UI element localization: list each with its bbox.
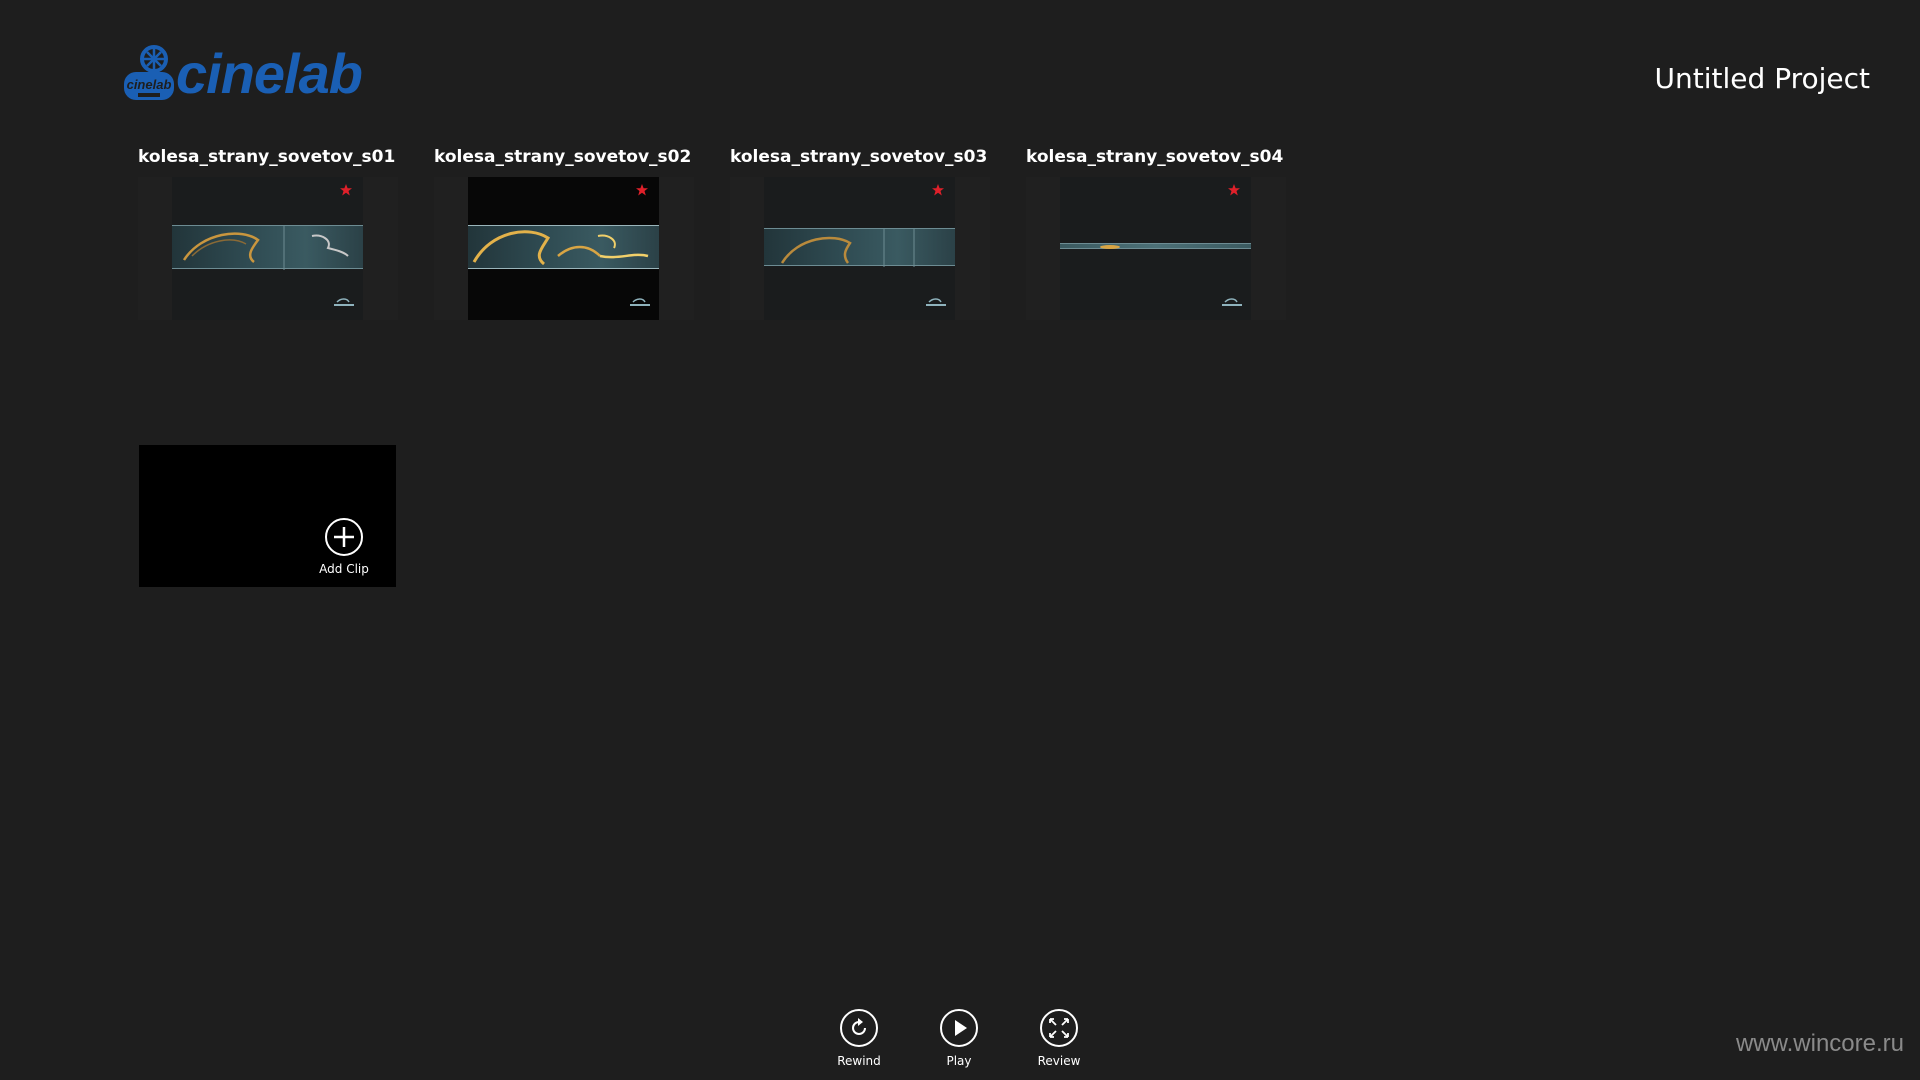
clip-thumbnail bbox=[1060, 177, 1251, 320]
add-clip-label: Add Clip bbox=[319, 562, 369, 576]
clip-item[interactable]: kolesa_strany_sovetov_s03 bbox=[730, 147, 990, 320]
add-clip-button[interactable]: Add Clip bbox=[139, 445, 396, 587]
plus-circle-icon bbox=[325, 518, 363, 556]
channel-logo-icon bbox=[630, 298, 650, 306]
clip-thumbnail-frame[interactable] bbox=[138, 177, 398, 320]
app-root: cinelab cinelab Untitled Project kolesa_… bbox=[0, 0, 1920, 1080]
channel-logo-icon bbox=[1222, 298, 1242, 306]
rewind-button[interactable]: Rewind bbox=[819, 1008, 899, 1068]
review-button[interactable]: Review bbox=[1019, 1008, 1099, 1068]
clip-thumbnail-band bbox=[468, 225, 659, 269]
channel-logo-icon bbox=[334, 298, 354, 306]
clip-thumbnail bbox=[764, 177, 955, 320]
clip-thumbnail-band bbox=[1060, 243, 1251, 249]
star-icon bbox=[340, 184, 352, 196]
clip-thumbnail bbox=[468, 177, 659, 320]
star-icon bbox=[1228, 184, 1240, 196]
clip-item[interactable]: kolesa_strany_sovetov_s04 bbox=[1026, 147, 1286, 320]
project-title[interactable]: Untitled Project bbox=[1655, 62, 1870, 95]
clip-thumbnail-band bbox=[764, 228, 955, 267]
logo-wordmark: cinelab bbox=[176, 42, 363, 105]
channel-logo-icon bbox=[926, 298, 946, 306]
clip-item[interactable]: kolesa_strany_sovetov_s02 bbox=[434, 147, 694, 320]
clip-title: kolesa_strany_sovetov_s03 bbox=[730, 147, 988, 167]
play-label: Play bbox=[946, 1054, 972, 1068]
clip-title: kolesa_strany_sovetov_s02 bbox=[434, 147, 692, 167]
play-icon bbox=[940, 1009, 978, 1047]
play-button[interactable]: Play bbox=[919, 1008, 999, 1068]
fullscreen-icon bbox=[1040, 1009, 1078, 1047]
clip-thumbnail bbox=[172, 177, 363, 320]
star-icon bbox=[932, 184, 944, 196]
horse-graphic bbox=[472, 230, 649, 266]
clip-title: kolesa_strany_sovetov_s04 bbox=[1026, 147, 1284, 167]
horse-graphic bbox=[182, 226, 349, 270]
rewind-label: Rewind bbox=[837, 1054, 881, 1068]
clip-thumbnail-frame[interactable] bbox=[1026, 177, 1286, 320]
logo-badge-text: cinelab bbox=[127, 77, 172, 92]
horse-graphic bbox=[1100, 245, 1120, 249]
horse-graphic bbox=[780, 229, 915, 267]
site-watermark: www.wincore.ru bbox=[1735, 1030, 1904, 1057]
film-reel-icon: cinelab bbox=[124, 45, 174, 100]
clip-thumbnail-frame[interactable] bbox=[730, 177, 990, 320]
clip-thumbnail-frame[interactable] bbox=[434, 177, 694, 320]
star-icon bbox=[636, 184, 648, 196]
clip-item[interactable]: kolesa_strany_sovetov_s01 bbox=[138, 147, 398, 320]
cinelab-logo: cinelab cinelab bbox=[122, 42, 363, 106]
rewind-icon bbox=[840, 1009, 878, 1047]
review-label: Review bbox=[1037, 1054, 1081, 1068]
clip-title: kolesa_strany_sovetov_s01 bbox=[138, 147, 396, 167]
clip-thumbnail-band bbox=[172, 225, 363, 270]
